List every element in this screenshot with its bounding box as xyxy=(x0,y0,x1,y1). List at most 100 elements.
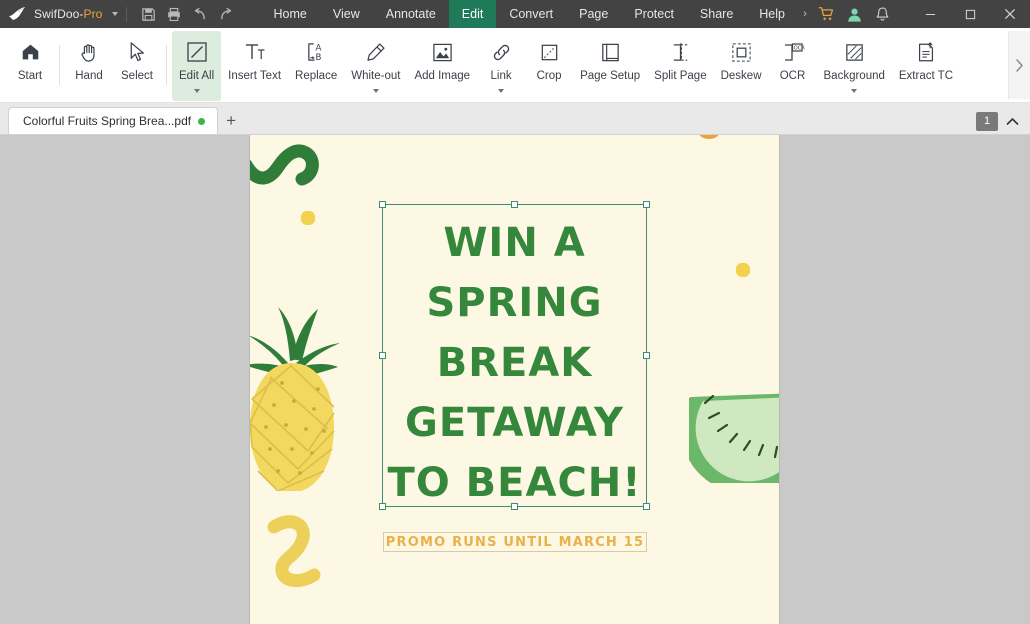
resize-handle-bottom-left[interactable] xyxy=(379,503,386,510)
resize-handle-bottom-center[interactable] xyxy=(511,503,518,510)
resize-handle-bottom-right[interactable] xyxy=(643,503,650,510)
ribbon-tool-deskew[interactable]: Deskew xyxy=(714,31,769,101)
ribbon-tool-crop[interactable]: Crop xyxy=(525,31,573,101)
whiteout-icon xyxy=(364,38,387,66)
document-tab[interactable]: Colorful Fruits Spring Brea...pdf xyxy=(8,107,219,134)
chevron-down-icon[interactable] xyxy=(372,88,379,93)
page-number-indicator[interactable]: 1 xyxy=(976,111,998,131)
resize-handle-middle-right[interactable] xyxy=(643,352,650,359)
ribbon-tool-label: Page Setup xyxy=(580,70,641,82)
promo-text-box[interactable]: PROMO RUNS UNTIL MARCH 15 xyxy=(383,532,647,552)
chevron-right-icon xyxy=(1016,58,1023,72)
ribbon-tool-edit-all[interactable]: Edit All xyxy=(172,31,222,101)
pineapple-illustration xyxy=(250,307,340,491)
orange-accent-top xyxy=(699,135,719,139)
menu-overflow-chevron-right-icon[interactable]: › xyxy=(798,0,812,28)
save-icon[interactable] xyxy=(135,1,161,27)
headline-text-selection-box[interactable]: WIN A SPRING BREAK GETAWAY TO BEACH! xyxy=(379,201,650,510)
chevron-down-icon[interactable] xyxy=(498,88,505,93)
collapse-chevron-up-icon[interactable] xyxy=(1002,111,1022,131)
menu-tab-protect[interactable]: Protect xyxy=(621,0,687,28)
print-icon[interactable] xyxy=(161,1,187,27)
headline-line: SPRING xyxy=(426,280,603,326)
ribbon-tool-label: Deskew xyxy=(720,70,762,82)
green-squiggle-top-left xyxy=(250,144,319,186)
ribbon-tool-link[interactable]: Link xyxy=(477,31,525,101)
ocr-icon: OCR xyxy=(781,38,805,66)
maximize-button[interactable] xyxy=(950,0,990,28)
menu-tab-convert[interactable]: Convert xyxy=(496,0,566,28)
ribbon-tool-page-setup[interactable]: Page Setup xyxy=(573,31,647,101)
ribbon-tool-hand[interactable]: Hand xyxy=(65,31,113,101)
menu-tab-share[interactable]: Share xyxy=(687,0,746,28)
tab-bar-right-controls: 1 xyxy=(976,111,1030,134)
resize-handle-top-center[interactable] xyxy=(511,201,518,208)
cursor-icon xyxy=(127,38,147,66)
resize-handle-top-right[interactable] xyxy=(643,201,650,208)
chevron-down-icon[interactable] xyxy=(193,88,200,93)
hand-icon xyxy=(78,38,100,66)
ribbon-tool-replace[interactable]: AB Replace xyxy=(288,31,344,101)
menu-tab-help[interactable]: Help xyxy=(746,0,798,28)
deskew-icon xyxy=(730,38,753,66)
yellow-dot-left xyxy=(301,211,315,225)
title-bar: SwifDoo-Pro Home View Annotate Edit Conv… xyxy=(0,0,1030,28)
replace-icon: AB xyxy=(305,38,328,66)
resize-handle-top-left[interactable] xyxy=(379,201,386,208)
redo-icon[interactable] xyxy=(213,1,239,27)
brand[interactable]: SwifDoo-Pro xyxy=(0,5,119,23)
ribbon-tool-label: Extract TC xyxy=(898,70,953,82)
insert-text-icon xyxy=(243,38,267,66)
ribbon-tool-label: Crop xyxy=(536,70,562,82)
ribbon-tool-label: White-out xyxy=(351,70,401,82)
add-image-icon xyxy=(431,38,454,66)
ribbon-tool-split-page[interactable]: Split Page xyxy=(647,31,713,101)
svg-text:A: A xyxy=(315,43,321,53)
svg-text:B: B xyxy=(315,53,321,63)
ribbon-tool-label: Replace xyxy=(295,70,338,82)
ribbon-scroll-right-button[interactable] xyxy=(1008,31,1030,99)
ribbon-tool-add-image[interactable]: Add Image xyxy=(407,31,477,101)
split-page-icon xyxy=(669,38,692,66)
chevron-down-icon[interactable] xyxy=(112,12,119,16)
account-icon[interactable] xyxy=(840,0,868,28)
swifdoo-logo-icon xyxy=(8,5,28,23)
app-title: SwifDoo-Pro xyxy=(34,7,103,21)
menu-tab-home[interactable]: Home xyxy=(261,0,320,28)
ribbon-tool-background[interactable]: Background xyxy=(817,31,892,101)
ribbon-tool-white-out[interactable]: White-out xyxy=(344,31,407,101)
ribbon-tool-ocr[interactable]: OCR OCR xyxy=(769,31,817,101)
headline-text[interactable]: WIN A SPRING BREAK GETAWAY TO BEACH! xyxy=(383,213,646,513)
ribbon-tool-label: Link xyxy=(490,70,512,82)
cart-icon[interactable] xyxy=(812,0,840,28)
document-workspace[interactable]: WIN A SPRING BREAK GETAWAY TO BEACH! PRO… xyxy=(0,135,1030,624)
headline-line: BREAK xyxy=(436,340,593,386)
minimize-button[interactable] xyxy=(910,0,950,28)
edit-all-icon xyxy=(185,38,209,66)
crop-icon xyxy=(538,38,561,66)
undo-icon[interactable] xyxy=(187,1,213,27)
notification-bell-icon[interactable] xyxy=(868,0,896,28)
pdf-page[interactable]: WIN A SPRING BREAK GETAWAY TO BEACH! PRO… xyxy=(250,135,779,624)
menu-tab-edit[interactable]: Edit xyxy=(448,0,497,28)
resize-handle-middle-left[interactable] xyxy=(379,352,386,359)
menu-tab-page[interactable]: Page xyxy=(566,0,621,28)
link-icon xyxy=(490,38,513,66)
ribbon-tool-insert-text[interactable]: Insert Text xyxy=(221,31,288,101)
menu-tab-annotate[interactable]: Annotate xyxy=(373,0,449,28)
close-button[interactable] xyxy=(990,0,1030,28)
divider xyxy=(59,45,60,85)
ribbon-tool-label: Start xyxy=(17,70,43,82)
new-tab-button[interactable]: + xyxy=(218,107,244,134)
ribbon-tool-label: Insert Text xyxy=(228,70,282,82)
ribbon-tool-label: Select xyxy=(121,70,153,82)
ribbon-tool-label: Background xyxy=(823,70,885,82)
svg-text:OCR: OCR xyxy=(793,46,804,52)
yellow-dot-right xyxy=(736,263,750,277)
ribbon-tool-start[interactable]: Start xyxy=(6,31,54,101)
ribbon-tool-extract-text[interactable]: Extract TC xyxy=(892,31,960,101)
extract-text-icon xyxy=(915,38,937,66)
ribbon-tool-select[interactable]: Select xyxy=(113,31,161,101)
chevron-down-icon[interactable] xyxy=(851,88,858,93)
menu-tab-view[interactable]: View xyxy=(320,0,373,28)
